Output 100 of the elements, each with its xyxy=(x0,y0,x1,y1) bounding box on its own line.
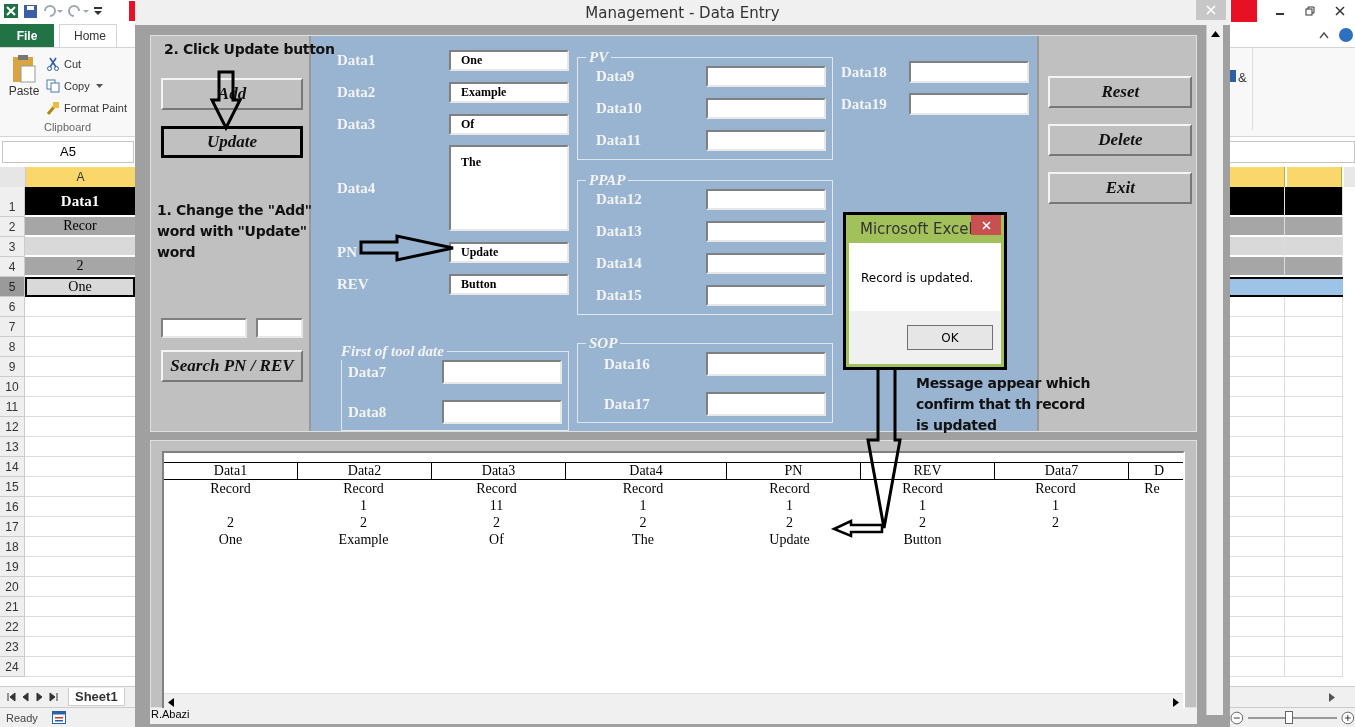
cell[interactable]: One xyxy=(25,277,135,297)
ribbon-label: & xyxy=(1238,70,1247,85)
search-button[interactable]: Search PN / REV xyxy=(161,350,303,382)
row-header[interactable]: 20 xyxy=(0,577,25,597)
field-label: Data8 xyxy=(348,403,387,421)
column-header: D xyxy=(1128,463,1183,479)
field-label: Data14 xyxy=(596,255,642,272)
ok-button[interactable]: OK xyxy=(907,325,993,350)
text-area[interactable]: The xyxy=(449,145,569,231)
sheet-tab[interactable]: Sheet1 xyxy=(68,688,125,706)
table-cell: 2 xyxy=(786,515,793,530)
name-box[interactable]: A5 xyxy=(2,141,134,163)
row-header[interactable]: 1 xyxy=(0,187,25,217)
annotation-text: 2. Click Update button xyxy=(164,40,335,59)
column-header: REV xyxy=(860,463,994,479)
table-cell: Of xyxy=(489,532,504,547)
ribbon-tab[interactable]: File xyxy=(0,24,54,47)
dialog-message: Record is updated. xyxy=(861,271,974,285)
form-button[interactable]: Update xyxy=(161,126,303,158)
input-field[interactable]: Of xyxy=(449,113,569,135)
form-button[interactable]: Exit xyxy=(1048,172,1193,204)
table-cell: The xyxy=(632,532,654,547)
dialog-title: Microsoft Excel xyxy=(860,220,973,238)
frame-title: PV xyxy=(588,49,610,66)
table-cell: Re xyxy=(1144,481,1160,496)
field-label: Data9 xyxy=(596,68,635,85)
field-label: Data10 xyxy=(596,100,642,117)
table-cell: 2 xyxy=(360,515,367,530)
column-header: Data3 xyxy=(431,463,565,479)
row-header[interactable]: 8 xyxy=(0,337,25,357)
cell[interactable]: Data1 xyxy=(25,187,135,217)
annotation-text: Message appear which confirm that th record is updated xyxy=(916,374,1092,435)
row-header[interactable]: 15 xyxy=(0,477,25,497)
frame-title: First of tool date xyxy=(340,343,445,360)
row-header[interactable]: 10 xyxy=(0,377,25,397)
row-header[interactable]: 17 xyxy=(0,517,25,537)
field-label: Data16 xyxy=(604,355,650,373)
table-cell: 1 xyxy=(919,498,926,513)
row-header[interactable]: 24 xyxy=(0,657,25,677)
form-button[interactable]: Delete xyxy=(1048,124,1193,156)
row-header[interactable]: 5 xyxy=(0,277,25,297)
field-label: Data15 xyxy=(596,287,642,304)
row-header[interactable]: 3 xyxy=(0,237,25,257)
row-header[interactable]: 18 xyxy=(0,537,25,557)
cell[interactable]: Recor xyxy=(25,217,135,237)
annotation-text: 1. Change the "Add" word with "Update" word xyxy=(157,201,313,262)
field-label: Data12 xyxy=(596,191,642,208)
column-header: Data1 xyxy=(212,463,249,479)
field-label: Data7 xyxy=(348,363,387,381)
input-field[interactable]: Button xyxy=(449,273,569,295)
table-cell: Record xyxy=(1035,481,1076,496)
table-cell: 2 xyxy=(639,515,647,530)
window-title: Management - Data Entry xyxy=(585,3,780,22)
field-label: Data11 xyxy=(596,132,641,149)
table-cell: One xyxy=(218,532,243,547)
field-label: Data18 xyxy=(841,63,887,81)
field-label: Data17 xyxy=(604,395,650,413)
row-header[interactable]: 6 xyxy=(0,297,25,317)
cell[interactable]: 2 xyxy=(25,257,135,277)
table-cell: Record xyxy=(210,481,251,496)
row-header[interactable]: 4 xyxy=(0,257,25,277)
column-header: Data2 xyxy=(297,463,431,479)
row-header[interactable]: 13 xyxy=(0,437,25,457)
row-header[interactable]: 12 xyxy=(0,417,25,437)
field-label: REV xyxy=(337,275,369,293)
field-label: Data4 xyxy=(337,179,376,197)
column-header[interactable]: A xyxy=(26,167,135,187)
table-cell: 11 xyxy=(489,498,504,513)
cut-button[interactable]: Cut xyxy=(46,54,127,74)
table-cell: Record xyxy=(902,481,943,496)
row-header[interactable]: 19 xyxy=(0,557,25,577)
input-field[interactable]: One xyxy=(449,49,569,71)
field-label: Data13 xyxy=(596,223,642,240)
row-header[interactable]: 11 xyxy=(0,397,25,417)
row-header[interactable]: 14 xyxy=(0,457,25,477)
row-header[interactable]: 16 xyxy=(0,497,25,517)
table-cell: Record xyxy=(769,481,810,496)
form-button[interactable]: Reset xyxy=(1048,76,1193,108)
row-header[interactable]: 21 xyxy=(0,597,25,617)
table-cell: Record xyxy=(476,481,517,496)
row-header[interactable]: 9 xyxy=(0,357,25,377)
field-label: Data2 xyxy=(337,83,376,101)
ribbon-tab[interactable]: Home xyxy=(59,24,117,47)
format-painter-button[interactable]: Format Paint xyxy=(46,98,127,118)
group-label: Clipboard xyxy=(43,121,92,133)
table-cell: Record xyxy=(343,481,384,496)
field-label: Data3 xyxy=(337,115,376,133)
table-cell: 2 xyxy=(919,515,926,530)
copy-button[interactable]: Copy xyxy=(46,76,127,96)
input-field[interactable]: Update xyxy=(449,241,569,263)
row-header[interactable]: 7 xyxy=(0,317,25,337)
input-field[interactable]: Example xyxy=(449,81,569,103)
row-header[interactable]: 22 xyxy=(0,617,25,637)
field-label: PN xyxy=(337,243,357,261)
row-header[interactable]: 23 xyxy=(0,637,25,657)
table-cell: Update xyxy=(769,532,810,547)
column-header: Data4 xyxy=(565,463,726,479)
frame-title: PPAP xyxy=(588,172,627,189)
paste-button[interactable]: Paste xyxy=(6,54,42,118)
row-header[interactable]: 2 xyxy=(0,217,25,237)
